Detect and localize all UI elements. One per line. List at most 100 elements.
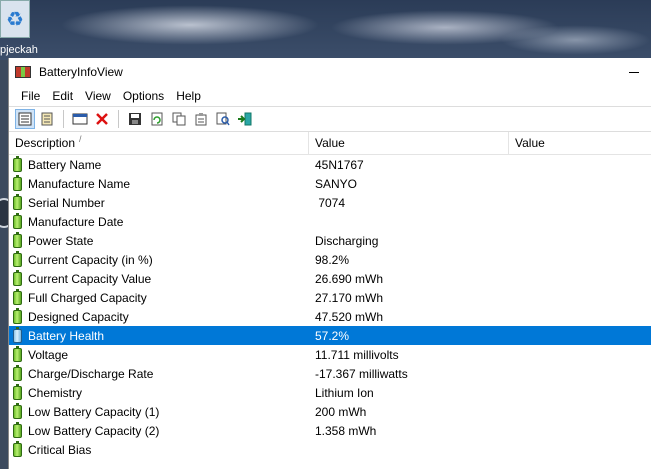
description-cell: Low Battery Capacity (1) — [9, 402, 309, 419]
toolbar — [9, 106, 651, 132]
table-row[interactable]: Low Battery Capacity (2) 1.358 mWh — [9, 421, 651, 440]
battery-icon — [13, 326, 22, 343]
value-cell: 1.358 mWh — [315, 423, 377, 438]
description-text: Battery Health — [28, 328, 105, 343]
table-row[interactable]: Voltage 11.711 millivolts — [9, 345, 651, 364]
value-cell: 57.2% — [315, 328, 350, 343]
battery-info-window: BatteryInfoView File Edit View Options H… — [8, 58, 651, 469]
battery-icon — [13, 421, 22, 438]
menu-bar: File Edit View Options Help — [9, 86, 651, 106]
table-row[interactable]: Chemistry Lithium Ion — [9, 383, 651, 402]
column-header-description[interactable]: Description / — [9, 132, 309, 154]
menu-options[interactable]: Options — [117, 89, 170, 103]
menu-edit[interactable]: Edit — [46, 89, 79, 103]
description-text: Current Capacity Value — [28, 271, 152, 286]
description-cell: Voltage — [9, 345, 309, 362]
view-props-icon[interactable] — [37, 109, 57, 129]
description-text: Battery Name — [28, 157, 102, 172]
battery-info-list[interactable]: Description / Value Value Battery Name 45… — [9, 132, 651, 459]
battery-icon — [13, 193, 22, 210]
battery-icon — [13, 307, 22, 324]
value-cell: 200 mWh — [315, 404, 367, 419]
table-row[interactable]: Current Capacity Value 26.690 mWh — [9, 269, 651, 288]
column-header-value[interactable]: Value — [309, 132, 509, 154]
description-cell: Current Capacity Value — [9, 269, 309, 286]
battery-icon — [13, 383, 22, 400]
properties-icon[interactable] — [191, 109, 211, 129]
description-cell: Full Charged Capacity — [9, 288, 309, 305]
value-cell: -17.367 milliwatts — [315, 366, 408, 381]
table-row[interactable]: Charge/Discharge Rate -17.367 milliwatts — [9, 364, 651, 383]
table-row[interactable]: Manufacture Name SANYO — [9, 174, 651, 193]
table-row[interactable]: Full Charged Capacity 27.170 mWh — [9, 288, 651, 307]
value-cell: 27.170 mWh — [315, 290, 384, 305]
description-cell: Critical Bias — [9, 440, 309, 457]
battery-icon — [13, 155, 22, 172]
html-report-icon[interactable] — [70, 109, 90, 129]
menu-help[interactable]: Help — [170, 89, 207, 103]
value-cell: 7074 — [315, 195, 346, 210]
description-cell: Designed Capacity — [9, 307, 309, 324]
description-text: Voltage — [28, 347, 69, 362]
copy-icon[interactable] — [169, 109, 189, 129]
description-cell: Manufacture Date — [9, 212, 309, 229]
table-row[interactable]: Critical Bias — [9, 440, 651, 459]
battery-icon — [13, 212, 22, 229]
table-row[interactable]: Serial Number 7074 — [9, 193, 651, 212]
battery-icon — [13, 364, 22, 381]
delete-icon[interactable] — [92, 109, 112, 129]
description-text: Power State — [28, 233, 94, 248]
table-row[interactable]: Designed Capacity 47.520 mWh — [9, 307, 651, 326]
battery-icon — [13, 402, 22, 419]
battery-icon — [13, 250, 22, 267]
menu-file[interactable]: File — [15, 89, 46, 103]
sort-indicator-icon: / — [79, 134, 82, 144]
description-cell: Battery Name — [9, 155, 309, 172]
description-text: Designed Capacity — [28, 309, 129, 324]
table-row[interactable]: Low Battery Capacity (1) 200 mWh — [9, 402, 651, 421]
description-cell: Manufacture Name — [9, 174, 309, 191]
description-cell: Chemistry — [9, 383, 309, 400]
description-text: Manufacture Date — [28, 214, 124, 229]
table-row[interactable]: Battery Name 45N1767 — [9, 155, 651, 174]
list-rows: Battery Name 45N1767 Manufacture Name SANYO… — [9, 155, 651, 459]
table-row[interactable]: Power State Discharging — [9, 231, 651, 250]
description-text: Serial Number — [28, 195, 105, 210]
battery-app-icon — [15, 66, 31, 78]
value-cell: 45N1767 — [315, 157, 364, 172]
find-icon[interactable] — [213, 109, 233, 129]
value-cell: 11.711 millivolts — [315, 347, 399, 362]
toolbar-separator — [63, 110, 64, 128]
refresh-icon[interactable] — [147, 109, 167, 129]
description-cell: Battery Health — [9, 326, 309, 343]
exit-icon[interactable] — [235, 109, 255, 129]
minimize-button[interactable] — [626, 66, 642, 78]
description-cell: Power State — [9, 231, 309, 248]
value-cell: 98.2% — [315, 252, 350, 267]
table-row[interactable]: Current Capacity (in %) 98.2% — [9, 250, 651, 269]
title-bar[interactable]: BatteryInfoView — [9, 58, 651, 86]
battery-icon — [13, 231, 22, 248]
description-cell: Charge/Discharge Rate — [9, 364, 309, 381]
table-row[interactable]: Battery Health 57.2% — [9, 326, 651, 345]
value-cell: SANYO — [315, 176, 358, 191]
description-text: Full Charged Capacity — [28, 290, 147, 305]
battery-icon — [13, 269, 22, 286]
cloud — [60, 5, 320, 45]
window-title: BatteryInfoView — [39, 65, 123, 79]
description-text: Critical Bias — [28, 442, 92, 457]
list-header: Description / Value Value — [9, 132, 651, 155]
view-list-icon[interactable] — [15, 109, 35, 129]
menu-view[interactable]: View — [79, 89, 117, 103]
description-text: Low Battery Capacity (1) — [28, 404, 160, 419]
value-cell: 26.690 mWh — [315, 271, 384, 286]
save-icon[interactable] — [125, 109, 145, 129]
table-row[interactable]: Manufacture Date — [9, 212, 651, 231]
column-header-value-2[interactable]: Value — [509, 132, 651, 154]
description-text: Chemistry — [28, 385, 83, 400]
description-text: Charge/Discharge Rate — [28, 366, 154, 381]
cloud — [500, 25, 651, 55]
value-cell: 47.520 mWh — [315, 309, 384, 324]
recycle-bin-icon[interactable]: ♻ — [0, 0, 30, 38]
battery-icon — [13, 345, 22, 362]
